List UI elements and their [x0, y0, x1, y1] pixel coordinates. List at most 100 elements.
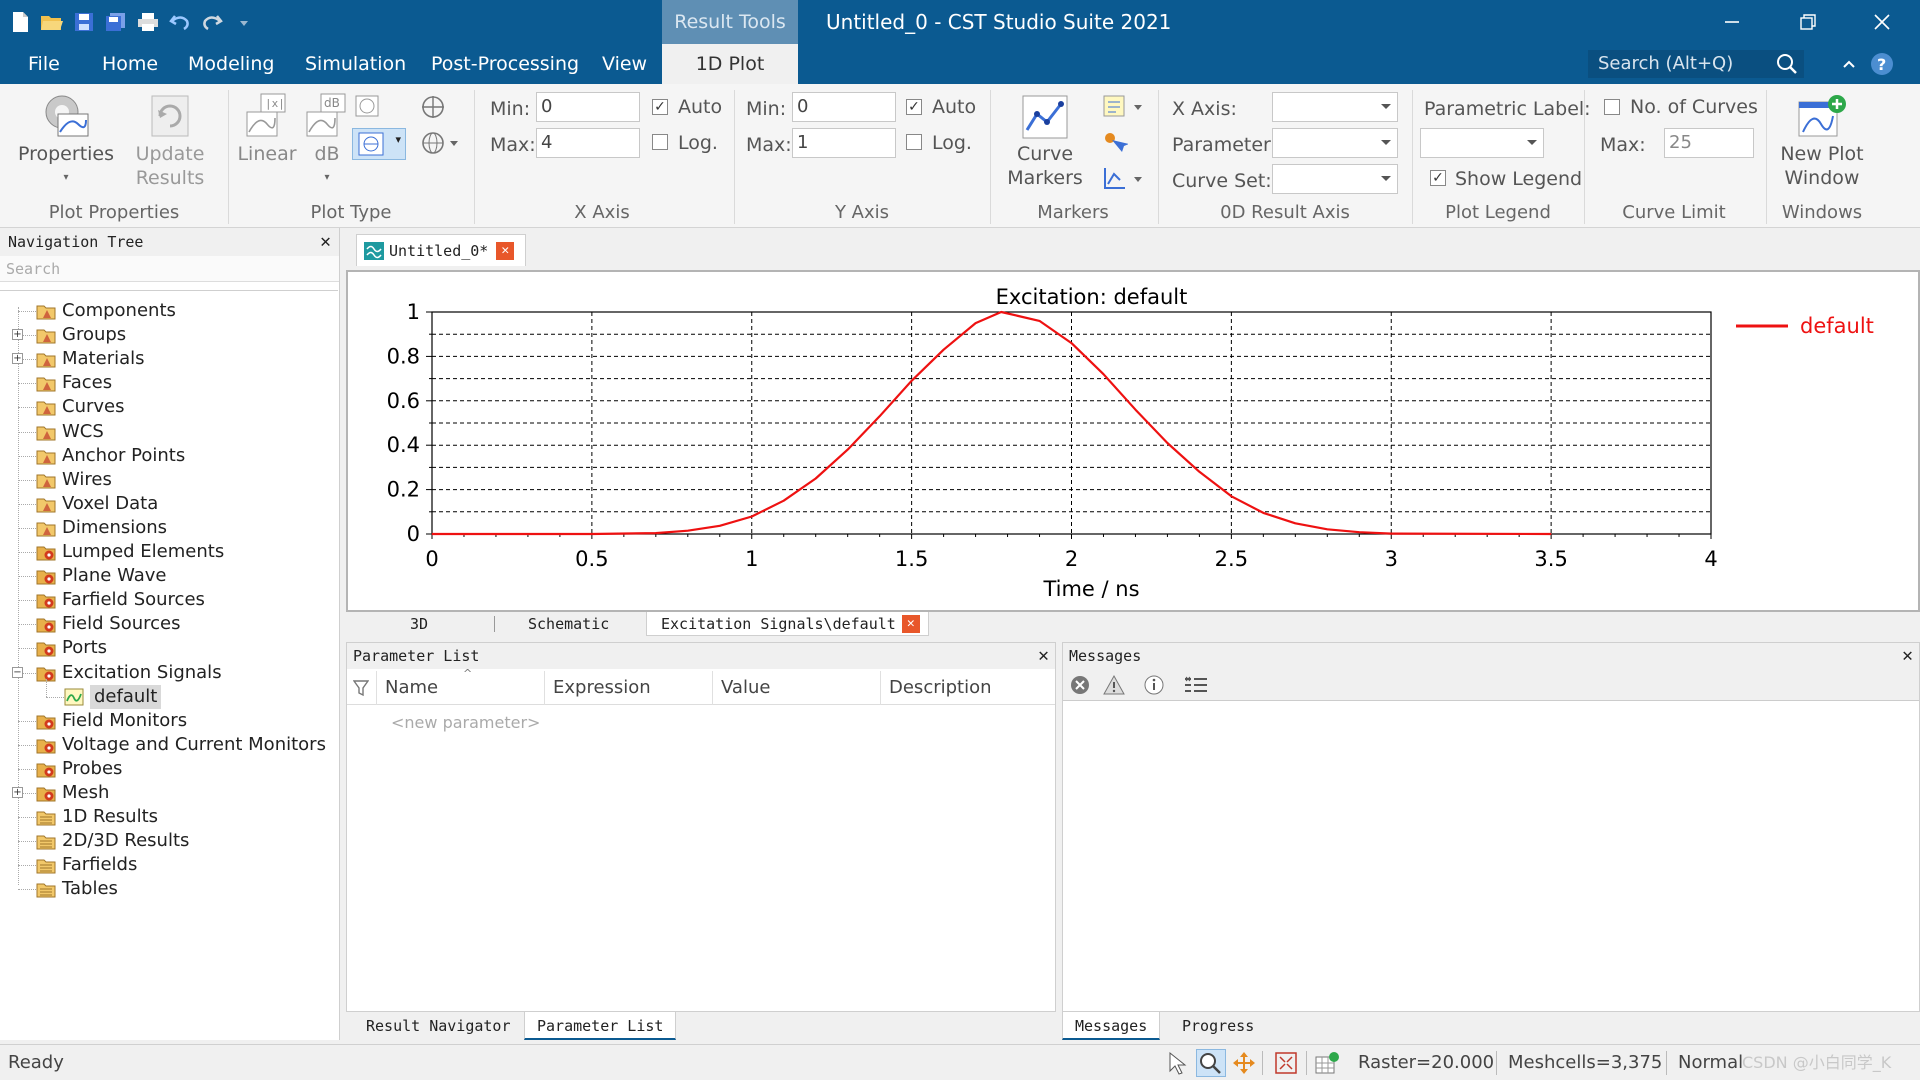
save-icon[interactable] [70, 8, 98, 36]
smith-chart-button[interactable]: ▾ [352, 128, 406, 160]
pan-icon[interactable] [1232, 1051, 1256, 1080]
redo-icon[interactable] [198, 8, 226, 36]
tab-progress[interactable]: Progress [1170, 1012, 1266, 1040]
tree-item[interactable]: Faces [36, 371, 112, 395]
y-auto-checkbox[interactable]: ✓ [906, 99, 922, 115]
tree-item[interactable]: Tables [36, 877, 118, 901]
no-of-curves-checkbox[interactable] [1604, 99, 1620, 115]
close-tab-icon[interactable]: ✕ [901, 614, 920, 633]
x-max-input[interactable]: 4 [536, 128, 640, 158]
document-tab[interactable]: Untitled_0* ✕ [356, 234, 526, 266]
tab-1d-plot[interactable]: 1D Plot [662, 44, 798, 84]
globe-icon[interactable] [420, 130, 460, 161]
curve-max-input[interactable]: 25 [1664, 128, 1754, 158]
column-value[interactable]: Value [713, 671, 881, 705]
new-plot-window-button[interactable]: New Plot Window [1774, 94, 1870, 190]
fit-view-icon[interactable] [1274, 1051, 1298, 1080]
tree-item[interactable]: Field Monitors [36, 709, 187, 733]
tab-result-navigator[interactable]: Result Navigator [354, 1012, 523, 1040]
tree-item[interactable]: Curves [36, 395, 124, 419]
collapse-ribbon-icon[interactable] [1842, 56, 1856, 76]
close-icon[interactable]: ✕ [1038, 643, 1049, 669]
curve-markers-button[interactable]: Curve Markers [1000, 94, 1090, 190]
tree-item[interactable]: Field Sources [36, 612, 180, 636]
menu-simulation[interactable]: Simulation [305, 44, 406, 84]
y-min-input[interactable]: 0 [792, 92, 896, 122]
expand-icon[interactable]: + [12, 353, 23, 365]
info-filter-icon[interactable] [1143, 674, 1167, 701]
x-auto-checkbox[interactable]: ✓ [652, 99, 668, 115]
menu-modeling[interactable]: Modeling [188, 44, 274, 84]
tab-excitation-signals-default[interactable]: Excitation Signals\default ✕ [646, 612, 929, 636]
error-filter-icon[interactable] [1069, 674, 1093, 701]
undo-icon[interactable] [166, 8, 194, 36]
tree-item[interactable]: Dimensions [36, 516, 167, 540]
new-parameter-row[interactable]: <new parameter> [391, 713, 540, 732]
tree-item[interactable]: Ports [36, 636, 107, 660]
tree-item[interactable]: default [64, 684, 162, 709]
tree-item[interactable]: Wires [36, 468, 112, 492]
restore-icon[interactable] [1780, 0, 1836, 44]
properties-button[interactable]: Properties ▾ [16, 92, 116, 190]
crosshair-icon[interactable] [420, 94, 446, 125]
close-tab-icon[interactable]: ✕ [496, 241, 515, 260]
tree-item[interactable]: Farfield Sources [36, 588, 205, 612]
update-results-button[interactable]: Update Results [128, 92, 212, 190]
tree-item[interactable]: Farfields [36, 853, 137, 877]
menu-post-processing[interactable]: Post-Processing [431, 44, 579, 84]
tree-item[interactable]: 1D Results [36, 805, 158, 829]
x-log-checkbox[interactable] [652, 134, 668, 150]
tree-item[interactable]: Probes [36, 757, 122, 781]
tree-item[interactable]: Excitation Signals [36, 661, 222, 685]
tree-item[interactable]: 2D/3D Results [36, 829, 189, 853]
minimize-icon[interactable] [1704, 0, 1760, 44]
tree-item[interactable]: Plane Wave [36, 564, 167, 588]
collapse-icon[interactable]: − [12, 666, 23, 678]
tree-item[interactable]: WCS [36, 420, 104, 444]
linear-button[interactable]: |x| Linear [236, 92, 298, 166]
menu-file[interactable]: File [28, 44, 60, 84]
tree-item[interactable]: Voxel Data [36, 492, 158, 516]
menu-view[interactable]: View [602, 44, 647, 84]
tree-item[interactable]: Lumped Elements [36, 540, 224, 564]
open-folder-icon[interactable] [38, 8, 66, 36]
tree-item[interactable]: Components [36, 299, 176, 323]
tab-schematic[interactable]: Schematic [528, 612, 609, 636]
print-icon[interactable] [134, 8, 162, 36]
warning-filter-icon[interactable] [1103, 674, 1127, 701]
close-icon[interactable]: ✕ [1902, 643, 1913, 669]
marker-pick-icon[interactable] [1102, 130, 1129, 161]
tree-item[interactable]: Mesh [36, 781, 109, 805]
zoom-button[interactable] [1196, 1049, 1226, 1077]
tab-parameter-list[interactable]: Parameter List [524, 1012, 677, 1040]
column-description[interactable]: Description [881, 671, 1055, 705]
tab-3d[interactable]: 3D [410, 612, 428, 636]
tree-search-input[interactable]: Search [0, 256, 339, 282]
menu-home[interactable]: Home [102, 44, 158, 84]
column-name[interactable]: Name [377, 671, 545, 705]
save-all-icon[interactable] [102, 8, 130, 36]
new-file-icon[interactable] [6, 8, 34, 36]
y-log-checkbox[interactable] [906, 134, 922, 150]
show-legend-checkbox[interactable]: ✓ [1430, 170, 1446, 186]
help-icon[interactable]: ? [1870, 52, 1894, 81]
tab-messages[interactable]: Messages [1062, 1012, 1161, 1040]
parameter-select[interactable] [1272, 128, 1398, 158]
customize-toolbar-icon[interactable] [230, 8, 258, 36]
mesh-view-icon[interactable] [1314, 1051, 1340, 1080]
parametric-label-select[interactable] [1420, 128, 1544, 158]
tree-item[interactable]: Materials [36, 347, 145, 371]
db-button[interactable]: dB dB ▾ [302, 92, 352, 190]
select-pointer-icon[interactable] [1166, 1051, 1188, 1080]
marker-list-icon[interactable] [1102, 94, 1146, 125]
column-expression[interactable]: Expression [545, 671, 713, 705]
expand-icon[interactable]: + [12, 787, 23, 798]
close-icon[interactable] [1854, 0, 1910, 44]
search-input[interactable]: Search (Alt+Q) [1588, 50, 1804, 78]
close-icon[interactable]: ✕ [320, 228, 331, 256]
tree-item[interactable]: Voltage and Current Monitors [36, 733, 326, 757]
polar-plot-icon[interactable] [354, 94, 382, 125]
curve-set-select[interactable] [1272, 164, 1398, 194]
axis-marker-icon[interactable] [1102, 166, 1146, 197]
expand-icon[interactable]: + [12, 329, 23, 341]
